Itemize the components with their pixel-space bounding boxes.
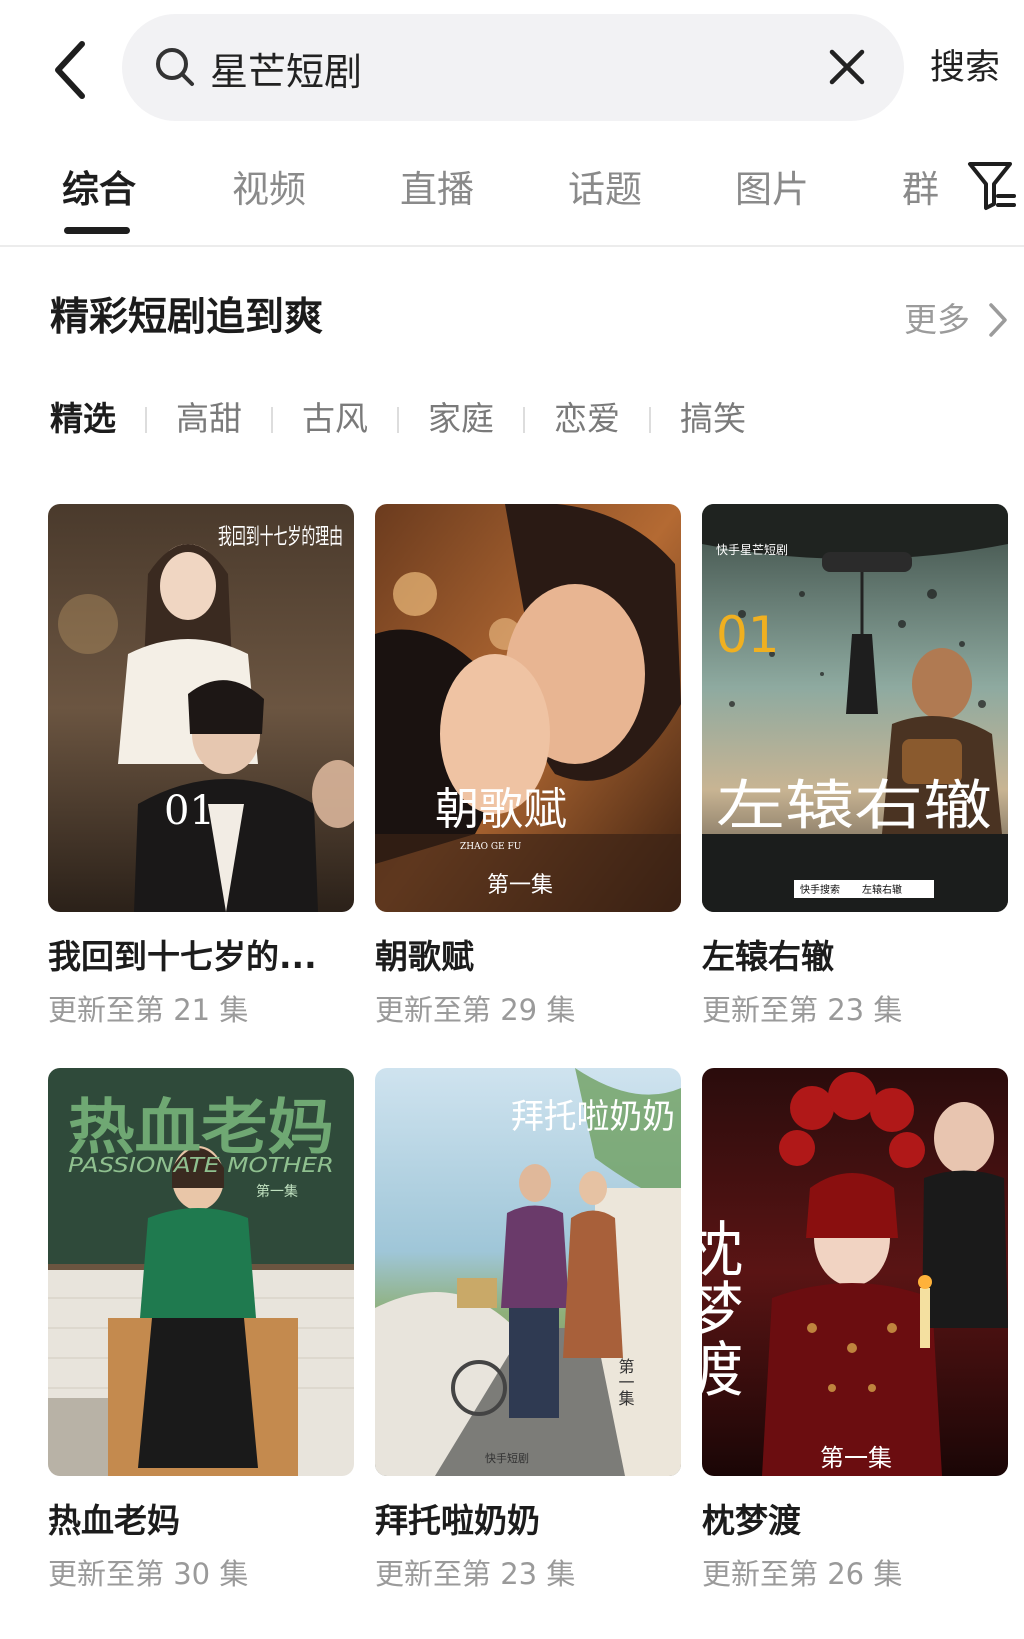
filter-icon[interactable] (966, 158, 1018, 214)
drama-poster[interactable]: 快手星芒短剧 01 左辕右辙 快手搜索 左辕右辙 (702, 504, 1008, 912)
drama-update-status: 更新至第 23 集 (702, 993, 903, 1027)
poster-image: 拜托啦奶奶 第一集 快手短剧 (375, 1068, 681, 1476)
poster-image: 枕梦渡 第一集 (702, 1068, 1008, 1476)
poster-episode-label: 第一集 (820, 1444, 892, 1472)
search-box[interactable] (122, 14, 904, 121)
category-filter: 精选 高甜 古风 家庭 恋爱 搞笑 (0, 394, 1024, 444)
drama-title[interactable]: 热血老妈 (48, 1496, 354, 1546)
poster-subtitle-text: PASSIONATE MOTHER (68, 1153, 334, 1177)
chevron-right-icon[interactable] (986, 301, 1010, 339)
section-title: 精彩短剧追到爽 (50, 295, 324, 340)
poster-title-text: 朝歌赋 (435, 784, 567, 835)
divider (271, 407, 273, 433)
category-sweet[interactable]: 高甜 (176, 394, 242, 444)
search-icon (156, 48, 194, 86)
top-bar: 搜索 (0, 0, 1024, 135)
tab-image[interactable]: 图片 (735, 160, 809, 220)
tab-topic[interactable]: 话题 (568, 160, 642, 220)
category-romance[interactable]: 恋爱 (554, 394, 620, 444)
result-tabs: 综合 视频 直播 话题 图片 群 (0, 150, 1024, 247)
divider (397, 407, 399, 433)
search-input[interactable] (208, 34, 772, 102)
poster-title-text: 拜托啦奶奶 (511, 1097, 675, 1137)
category-featured[interactable]: 精选 (50, 394, 116, 444)
drama-update-status: 更新至第 26 集 (702, 1557, 903, 1591)
poster-image: 朝歌赋 ZHAO GE FU 第一集 (375, 504, 681, 912)
poster-image: 快手星芒短剧 01 左辕右辙 快手搜索 左辕右辙 (702, 504, 1008, 912)
more-link[interactable]: 更多 (904, 292, 970, 348)
back-button[interactable] (44, 34, 100, 106)
poster-image: 我回到十七岁的理由 01 (48, 504, 354, 912)
category-family[interactable]: 家庭 (428, 394, 494, 444)
divider (649, 407, 651, 433)
search-submit-button[interactable]: 搜索 (930, 38, 1020, 98)
poster-title-text: 左辕右辙 (716, 774, 992, 837)
drama-update-status: 更新至第 21 集 (48, 993, 249, 1027)
divider (145, 407, 147, 433)
divider (523, 407, 525, 433)
drama-poster[interactable]: 热血老妈 PASSIONATE MOTHER 第一集 (48, 1068, 354, 1476)
poster-title-text: 枕梦渡 (702, 1218, 743, 1398)
tab-video[interactable]: 视频 (232, 160, 306, 220)
poster-image: 热血老妈 PASSIONATE MOTHER 第一集 (48, 1068, 354, 1476)
drama-title[interactable]: 我回到十七岁的... (48, 932, 354, 982)
drama-title[interactable]: 拜托啦奶奶 (375, 1496, 681, 1546)
poster-episode-label: 第一集 (256, 1183, 298, 1200)
drama-update-status: 更新至第 23 集 (375, 1557, 576, 1591)
drama-poster[interactable]: 我回到十七岁的理由 01 (48, 504, 354, 912)
drama-poster[interactable]: 朝歌赋 ZHAO GE FU 第一集 (375, 504, 681, 912)
drama-title[interactable]: 朝歌赋 (375, 932, 681, 982)
category-ancient[interactable]: 古风 (302, 394, 368, 444)
poster-episode-number: 01 (164, 788, 215, 834)
poster-search-query: 左辕右辙 (862, 883, 902, 896)
poster-subtitle-text: ZHAO GE FU (460, 842, 522, 852)
poster-title-text: 我回到十七岁的理由 (218, 525, 343, 550)
chevron-left-icon (55, 41, 85, 99)
drama-update-status: 更新至第 30 集 (48, 1557, 249, 1591)
drama-poster[interactable]: 枕梦渡 第一集 (702, 1068, 1008, 1476)
drama-poster[interactable]: 拜托啦奶奶 第一集 快手短剧 (375, 1068, 681, 1476)
active-tab-indicator (64, 227, 130, 234)
poster-search-label: 快手搜索 (800, 883, 840, 896)
poster-brand-text: 快手短剧 (485, 1451, 529, 1465)
poster-episode-label: 第一集 (616, 1358, 635, 1406)
poster-episode-label: 第一集 (487, 873, 553, 898)
tab-live[interactable]: 直播 (400, 160, 474, 220)
poster-brand-text: 快手星芒短剧 (716, 542, 788, 557)
tab-group[interactable]: 群 (902, 160, 939, 220)
clear-icon[interactable] (824, 44, 870, 90)
drama-update-status: 更新至第 29 集 (375, 993, 576, 1027)
tab-comprehensive[interactable]: 综合 (62, 160, 136, 220)
poster-episode-number: 01 (716, 606, 780, 664)
drama-title[interactable]: 左辕右辙 (702, 932, 1008, 982)
category-comedy[interactable]: 搞笑 (680, 394, 746, 444)
drama-title[interactable]: 枕梦渡 (702, 1496, 1008, 1546)
